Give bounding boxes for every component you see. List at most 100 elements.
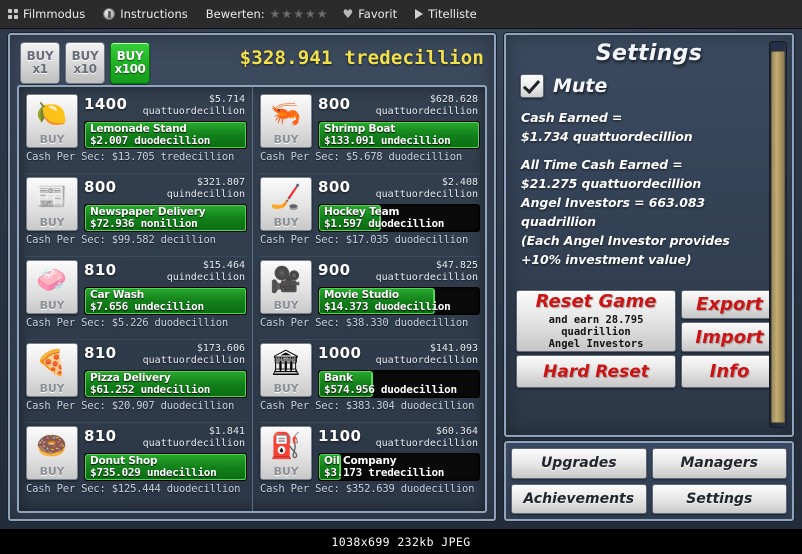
business-cost: $3.173 tredecillion [324, 466, 445, 479]
business-progress-bar[interactable]: Hockey Team $1.597 duodecillion [318, 204, 480, 232]
business-buy-label: BUY [273, 133, 299, 146]
business-price-scale: quattuordecillion [375, 271, 478, 283]
settings-panel: Settings Mute Cash Earned = $1.734 quatt… [504, 33, 794, 437]
business-cash-per-sec: Cash Per Sec: $5.226 duodecillion [26, 317, 229, 329]
business-price-scale: quattuordecillion [142, 105, 245, 117]
business-price: $15.464 quindecillion [167, 260, 245, 283]
car-wash-icon: 🧼 [36, 264, 68, 294]
businesses-panel: BUY x1 BUY x10 BUY x100 $328.941 tredeci… [8, 33, 496, 521]
favorite-button[interactable]: ♥ Favorit [342, 7, 397, 21]
image-viewer: Filmmodus Instructions Bewerten: ★★★★★ ♥… [0, 0, 802, 554]
achievements-button[interactable]: Achievements [511, 483, 647, 514]
business-price-amount: $2.408 [441, 177, 478, 188]
business-buy-button[interactable]: 📰 BUY [26, 177, 78, 231]
reset-game-sub-line3: Angel Investors [548, 338, 644, 350]
export-button[interactable]: Export [681, 290, 778, 319]
heart-icon: ♥ [342, 7, 354, 21]
titlelist-button[interactable]: Titelliste [415, 7, 477, 21]
grid-icon [8, 9, 18, 19]
scrollbar-cap [771, 43, 783, 51]
mute-checkbox[interactable] [520, 74, 544, 98]
filmmode-button[interactable]: Filmmodus [8, 7, 85, 21]
bank-icon: 🏛 [270, 347, 302, 377]
business-progress-bar[interactable]: Movie Studio $14.373 duodecillion [318, 287, 480, 315]
business-progress-bar[interactable]: Car Wash $7.656 undecillion [84, 287, 247, 315]
favorite-label: Favorit [358, 7, 398, 21]
business-price-amount: $141.093 [429, 343, 478, 354]
business-cash-per-sec: Cash Per Sec: $383.304 duodecillion [260, 400, 475, 412]
business-progress-bar[interactable]: Lemonade Stand $2.007 duodecillion [84, 121, 247, 149]
business-row: 📰 BUY 800 $321.807 quindecillion Newspaper De… [23, 174, 249, 256]
business-progress-fill [85, 205, 246, 231]
business-buy-button[interactable]: 🍕 BUY [26, 343, 78, 397]
business-price-scale: quattuordecillion [142, 354, 245, 366]
settings-scrollbar[interactable] [769, 41, 787, 428]
business-buy-button[interactable]: 🏒 BUY [260, 177, 312, 231]
business-price: $173.606 quattuordecillion [143, 343, 245, 366]
business-buy-button[interactable]: 🎥 BUY [260, 260, 312, 314]
reset-game-button[interactable]: Reset Game and earn 28.795 quadrillion A… [516, 290, 676, 352]
business-price-amount: $1.841 [208, 426, 245, 437]
business-count: 1100 [318, 427, 362, 445]
business-buy-button[interactable]: 🦐 BUY [260, 94, 312, 148]
instructions-button[interactable]: Instructions [103, 7, 188, 21]
business-buy-button[interactable]: 🧼 BUY [26, 260, 78, 314]
business-progress-fill [319, 122, 479, 148]
business-progress-bar[interactable]: Oil Company $3.173 tredecillion [318, 453, 480, 481]
buy-x10-button[interactable]: BUY x10 [65, 42, 105, 84]
business-buy-button[interactable]: ⛽ BUY [260, 426, 312, 480]
business-buy-label: BUY [39, 465, 65, 478]
managers-button[interactable]: Managers [651, 448, 787, 479]
settings-button[interactable]: Settings [651, 483, 787, 514]
scrollbar-thumb[interactable] [771, 51, 785, 423]
business-buy-label: BUY [39, 133, 65, 146]
buy-x1-button[interactable]: BUY x1 [20, 42, 60, 84]
business-price-scale: quindecillion [166, 188, 245, 200]
business-count: 1400 [84, 95, 128, 113]
business-price-amount: $5.714 [208, 94, 245, 105]
stat-angel-note-2: +10% investment value) [521, 252, 692, 267]
status-text: 1038x699 232kb JPEG [331, 534, 471, 549]
rating-control[interactable]: Bewerten: ★★★★★ [206, 7, 329, 21]
business-count: 800 [318, 95, 351, 113]
business-buy-button[interactable]: 🏛 BUY [260, 343, 312, 397]
business-price: $60.364 quattuordecillion [376, 426, 478, 449]
business-price-amount: $15.464 [202, 260, 245, 271]
business-buy-button[interactable]: 🍩 BUY [26, 426, 78, 480]
upgrades-button[interactable]: Upgrades [511, 448, 647, 479]
business-count: 900 [318, 261, 351, 279]
stats-block: Cash Earned = $1.734 quattuordecillion A… [521, 108, 757, 269]
business-name: Oil Company [324, 455, 397, 467]
business-progress-fill [319, 454, 341, 480]
mute-toggle[interactable]: Mute [520, 74, 792, 98]
oil-derrick-icon: ⛽ [270, 430, 302, 460]
navigation-panel: Upgrades Managers Achievements Settings [504, 441, 794, 521]
business-row: 🍋 BUY 1400 $5.714 quattuordecillion Lemonade … [23, 91, 249, 173]
reset-game-sub-line1: and earn 28.795 [548, 314, 644, 326]
import-button[interactable]: Import [681, 322, 778, 352]
business-progress-bar[interactable]: Bank $574.956 duodecillion [318, 370, 480, 398]
star-rating-icon[interactable]: ★★★★★ [270, 7, 329, 21]
business-price-amount: $47.825 [435, 260, 478, 271]
business-progress-bar[interactable]: Donut Shop $735.029 undecillion [84, 453, 247, 481]
business-progress-bar[interactable]: Pizza Delivery $61.252 undecillion [84, 370, 247, 398]
business-row: 🍕 BUY 810 $173.606 quattuordecillion Pizza De… [23, 340, 249, 422]
business-buy-button[interactable]: 🍋 BUY [26, 94, 78, 148]
business-cash-per-sec: Cash Per Sec: $5.678 duodecillion [260, 151, 463, 163]
rate-label: Bewerten: [205, 7, 265, 21]
business-buy-label: BUY [273, 299, 299, 312]
business-price-scale: quattuordecillion [375, 188, 478, 200]
business-progress-bar[interactable]: Shrimp Boat $133.091 undecillion [318, 121, 480, 149]
business-progress-bar[interactable]: Newspaper Delivery $72.936 nonillion [84, 204, 247, 232]
filmmode-label: Filmmodus [23, 7, 86, 21]
reset-game-title: Reset Game [535, 291, 657, 312]
buy-x10-line2: x10 [73, 62, 97, 76]
business-cash-per-sec: Cash Per Sec: $352.639 duodecillion [260, 483, 475, 495]
business-price-amount: $628.628 [429, 94, 478, 105]
business-price-scale: quattuordecillion [375, 437, 478, 449]
info-button[interactable]: Info [681, 355, 778, 388]
buy-x100-button[interactable]: BUY x100 [110, 42, 150, 84]
buy-x100-line2: x100 [114, 62, 146, 76]
hard-reset-button[interactable]: Hard Reset [516, 355, 676, 388]
mute-label: Mute [553, 75, 608, 97]
